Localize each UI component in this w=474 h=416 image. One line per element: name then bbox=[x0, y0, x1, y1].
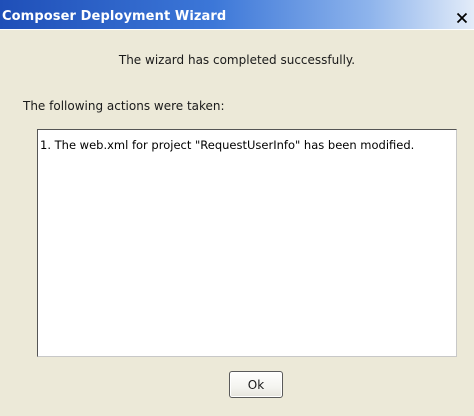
completion-message: The wizard has completed successfully. bbox=[118, 53, 356, 67]
action-item: 1. The web.xml for project "RequestUserI… bbox=[40, 138, 415, 152]
actions-list-box[interactable]: 1. The web.xml for project "RequestUserI… bbox=[37, 129, 457, 357]
title-bar[interactable]: Composer Deployment Wizard bbox=[0, 0, 474, 30]
close-x-icon bbox=[456, 12, 467, 24]
actions-label: The following actions were taken: bbox=[23, 99, 225, 113]
window-title: Composer Deployment Wizard bbox=[2, 9, 227, 24]
close-button[interactable] bbox=[449, 10, 474, 26]
ok-button[interactable]: Ok bbox=[229, 371, 283, 398]
wizard-dialog: Composer Deployment Wizard The wizard ha… bbox=[0, 0, 474, 416]
